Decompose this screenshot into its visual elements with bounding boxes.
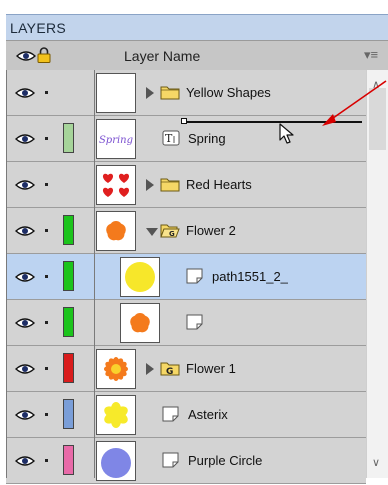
layer-name[interactable]: Flower 2 <box>186 223 236 238</box>
layer-thumbnail <box>120 257 160 297</box>
layer-name[interactable]: Spring <box>188 131 226 146</box>
visibility-header-eye-icon[interactable] <box>15 49 37 67</box>
layers-panel: LAYERS Layer Name ▾≡ Yellow Shapes Spring… <box>0 0 388 484</box>
svg-text:Spring: Spring <box>99 135 133 146</box>
collapse-triangle-icon[interactable] <box>146 228 158 236</box>
lock-toggle-dot[interactable] <box>45 183 48 186</box>
group-folder-icon: G <box>160 360 180 381</box>
expand-triangle-icon[interactable] <box>146 363 154 375</box>
column-header: Layer Name ▾≡ <box>6 40 388 72</box>
layer-row[interactable]: Asterix <box>6 392 366 438</box>
visibility-eye-icon[interactable] <box>14 178 36 196</box>
text-layer-icon: T <box>162 130 182 151</box>
svg-text:G: G <box>166 367 173 376</box>
annotation-arrow-icon <box>322 80 387 126</box>
path-layer-icon <box>186 314 204 335</box>
layer-row[interactable]: Yellow Shapes <box>6 70 366 116</box>
layer-thumbnail <box>96 73 136 113</box>
path-layer-icon <box>186 268 204 289</box>
visibility-eye-icon[interactable] <box>14 224 36 242</box>
layer-color-swatch[interactable] <box>63 399 74 429</box>
scroll-down-icon[interactable]: ∨ <box>372 456 380 469</box>
svg-text:T: T <box>165 132 173 145</box>
visibility-eye-icon[interactable] <box>14 316 36 334</box>
layer-thumbnail <box>96 165 136 205</box>
visibility-eye-icon[interactable] <box>14 362 36 380</box>
layer-name[interactable]: Yellow Shapes <box>186 85 271 100</box>
lock-header-icon[interactable] <box>37 47 51 68</box>
lock-toggle-dot[interactable] <box>45 459 48 462</box>
layer-name[interactable]: path1551_2_ <box>212 269 288 284</box>
layer-thumbnail <box>120 303 160 343</box>
path-layer-icon <box>162 452 180 473</box>
lock-toggle-dot[interactable] <box>45 413 48 416</box>
drop-indicator-handle <box>181 118 187 124</box>
vertical-scrollbar[interactable]: ∧ ∨ <box>366 70 388 478</box>
layer-row[interactable]: Purple Circle <box>6 438 366 484</box>
expand-triangle-icon[interactable] <box>146 87 154 99</box>
lock-toggle-dot[interactable] <box>45 275 48 278</box>
layer-name[interactable]: Asterix <box>188 407 228 422</box>
lock-toggle-dot[interactable] <box>45 367 48 370</box>
column-divider <box>94 70 95 478</box>
layer-thumbnail <box>96 211 136 251</box>
layer-thumbnail <box>96 349 136 389</box>
layer-row[interactable]: path1551_2_ <box>6 254 366 300</box>
layer-thumbnail: Spring <box>96 119 136 159</box>
layer-row[interactable]: G Flower 1 <box>6 346 366 392</box>
open-group-folder-icon: G <box>160 222 180 243</box>
lock-toggle-dot[interactable] <box>45 91 48 94</box>
layer-thumbnail <box>96 395 136 435</box>
layer-row[interactable]: Red Hearts <box>6 162 366 208</box>
lock-toggle-dot[interactable] <box>45 229 48 232</box>
panel-title-bar[interactable]: LAYERS <box>6 14 388 41</box>
column-divider <box>6 70 7 478</box>
layer-name-column-label: Layer Name <box>124 48 201 64</box>
visibility-eye-icon[interactable] <box>14 454 36 472</box>
layer-name[interactable]: Purple Circle <box>188 453 262 468</box>
panel-menu-icon[interactable]: ▾≡ <box>364 47 378 63</box>
visibility-eye-icon[interactable] <box>14 408 36 426</box>
layer-row[interactable]: G Flower 2 <box>6 208 366 254</box>
layer-name[interactable]: Red Hearts <box>186 177 252 192</box>
lock-toggle-dot[interactable] <box>45 321 48 324</box>
folder-icon <box>160 84 180 105</box>
layer-name[interactable]: Flower 1 <box>186 361 236 376</box>
visibility-eye-icon[interactable] <box>14 86 36 104</box>
layer-color-swatch[interactable] <box>63 307 74 337</box>
layer-thumbnail <box>96 441 136 481</box>
lock-toggle-dot[interactable] <box>45 137 48 140</box>
visibility-eye-icon[interactable] <box>14 132 36 150</box>
layer-color-swatch[interactable] <box>63 215 74 245</box>
folder-icon <box>160 176 180 197</box>
layer-color-swatch[interactable] <box>63 261 74 291</box>
visibility-eye-icon[interactable] <box>14 270 36 288</box>
mouse-cursor-icon <box>279 123 294 144</box>
layer-row[interactable] <box>6 300 366 346</box>
layer-color-swatch[interactable] <box>63 123 74 153</box>
layer-color-swatch[interactable] <box>63 445 74 475</box>
layer-color-swatch[interactable] <box>63 353 74 383</box>
panel-title: LAYERS <box>10 20 67 36</box>
expand-triangle-icon[interactable] <box>146 179 154 191</box>
path-layer-icon <box>162 406 180 427</box>
svg-text:G: G <box>169 230 175 238</box>
